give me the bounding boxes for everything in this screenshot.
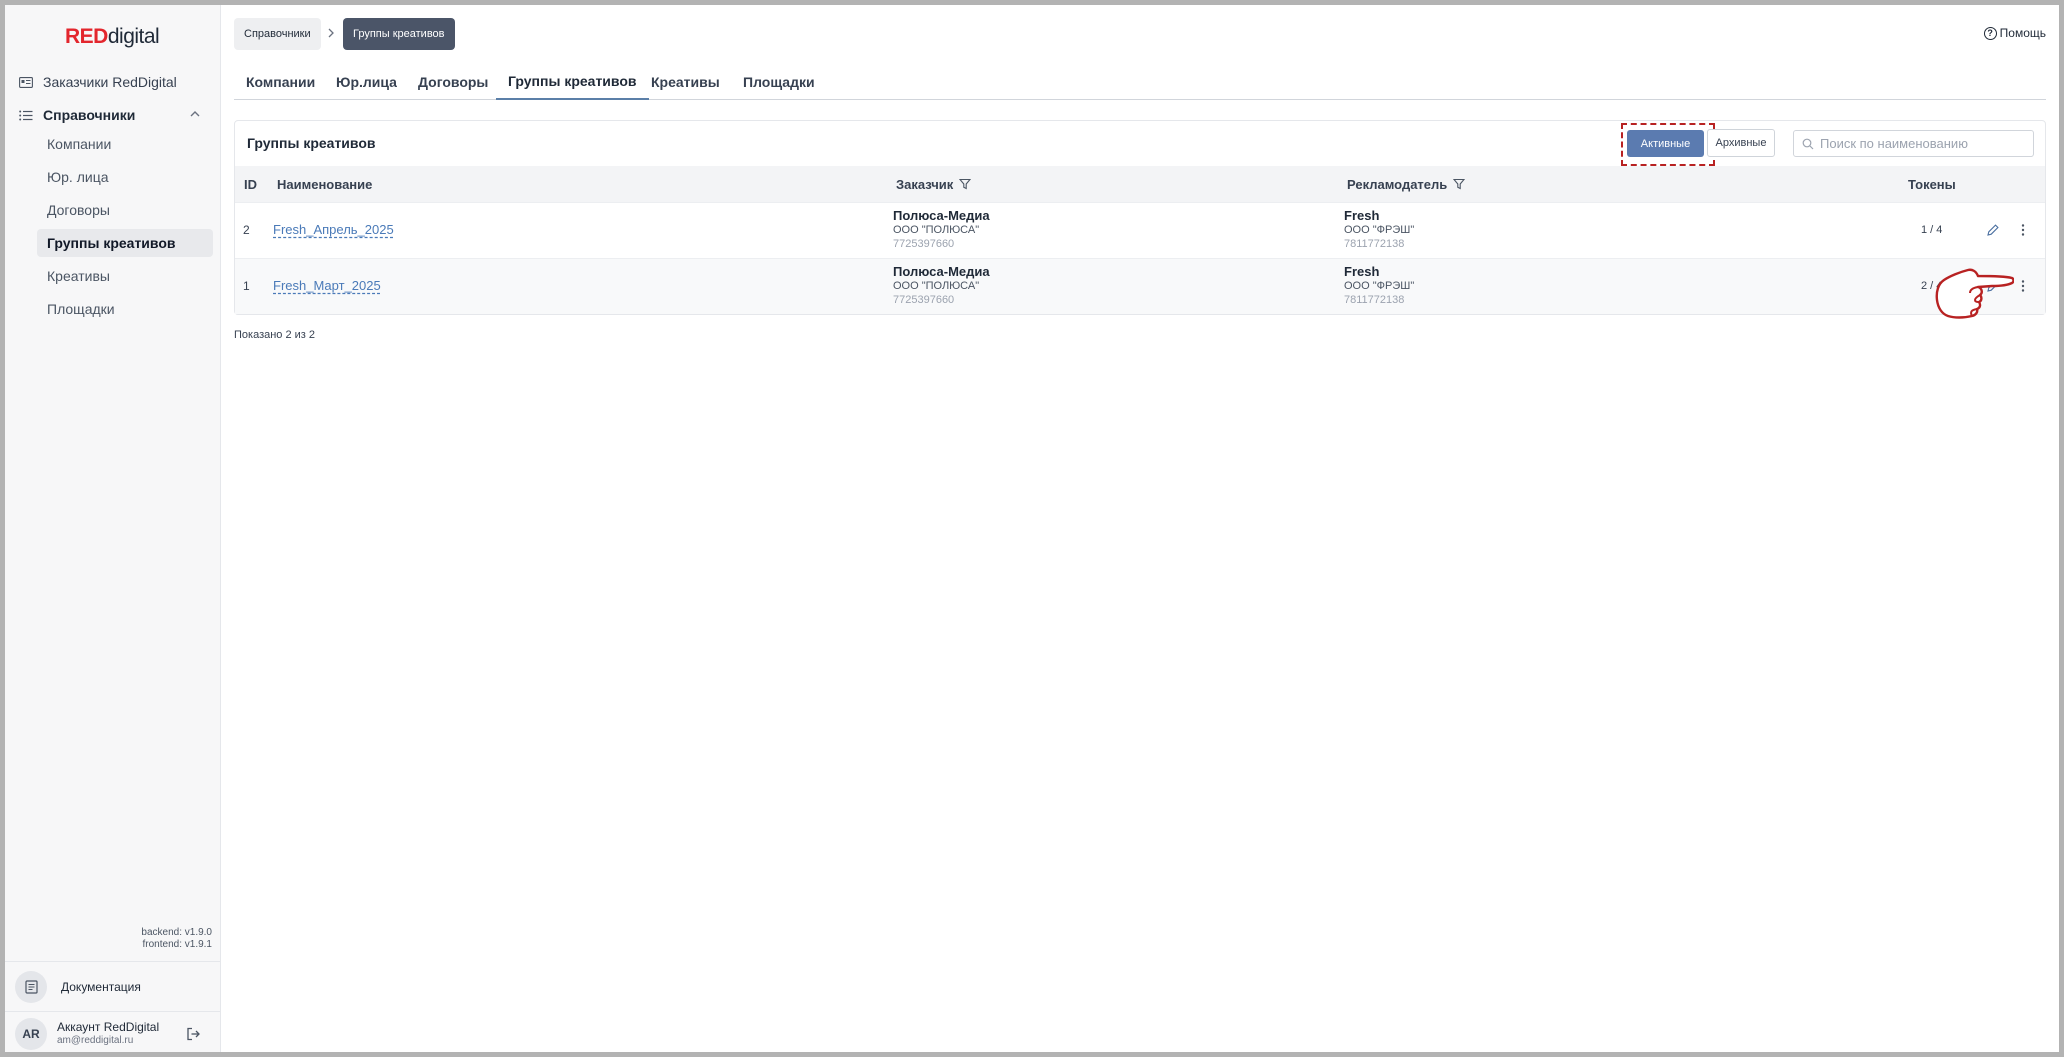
sidebar-item-contracts[interactable]: Договоры bbox=[37, 196, 213, 224]
search-input[interactable]: Поиск по наименованию bbox=[1793, 130, 2034, 157]
sidebar-item-label: Компании bbox=[47, 136, 112, 152]
sidebar-group-references[interactable]: Справочники bbox=[19, 101, 135, 129]
sidebar-item-label: Договоры bbox=[47, 202, 110, 218]
account-name: Аккаунт RedDigital bbox=[57, 1019, 160, 1034]
sidebar-group-label: Справочники bbox=[43, 107, 136, 123]
more-vertical-icon[interactable] bbox=[2016, 223, 2030, 237]
tab-companies[interactable]: Компании bbox=[234, 64, 327, 100]
header-id[interactable]: ID bbox=[244, 166, 257, 202]
tab-creatives[interactable]: Креативы bbox=[639, 64, 732, 100]
active-filter-button[interactable]: Активные bbox=[1627, 130, 1704, 157]
sidebar-item-platforms[interactable]: Площадки bbox=[37, 295, 213, 323]
pencil-icon[interactable] bbox=[1986, 223, 2000, 237]
header-customer[interactable]: Заказчик bbox=[896, 166, 972, 202]
account-panel[interactable]: AR Аккаунт RedDigital am@reddigital.ru bbox=[5, 1011, 221, 1055]
account-email: am@reddigital.ru bbox=[57, 1034, 134, 1046]
sidebar-item-label: Группы креативов bbox=[47, 235, 176, 251]
document-icon bbox=[15, 970, 47, 1003]
advertiser-name: Fresh bbox=[1344, 208, 1380, 223]
filter-icon[interactable] bbox=[959, 178, 972, 190]
row-customer: Полюса-Медиа ООО "ПОЛЮСА" 7725397660 bbox=[893, 209, 990, 251]
creative-groups-card: Группы креативов Активные Архивные Поиск… bbox=[234, 120, 2046, 315]
customer-inn: 7725397660 bbox=[893, 238, 955, 250]
advertiser-legal: ООО "ФРЭШ" bbox=[1344, 224, 1415, 236]
header-advertiser[interactable]: Рекламодатель bbox=[1347, 166, 1466, 202]
advertiser-legal: ООО "ФРЭШ" bbox=[1344, 280, 1415, 292]
documentation-link[interactable]: Документация bbox=[5, 961, 221, 1011]
tab-bar: Компании Юр.лица Договоры Группы креатив… bbox=[234, 64, 2046, 100]
id-card-icon bbox=[19, 76, 33, 88]
sidebar-item-label: Креативы bbox=[47, 268, 110, 284]
row-name-link[interactable]: Fresh_Апрель_2025 bbox=[273, 222, 394, 237]
row-id: 2 bbox=[243, 223, 250, 237]
brand-logo[interactable]: REDdigital bbox=[65, 25, 160, 49]
tab-platforms[interactable]: Площадки bbox=[731, 64, 827, 100]
pointing-hand-icon bbox=[1935, 268, 2014, 319]
row-name-link[interactable]: Fresh_Март_2025 bbox=[273, 278, 381, 293]
chevron-right-icon bbox=[328, 28, 334, 38]
list-icon bbox=[19, 109, 33, 121]
customer-legal: ООО "ПОЛЮСА" bbox=[893, 280, 980, 292]
advertiser-inn: 7811772138 bbox=[1344, 294, 1405, 306]
customer-inn: 7725397660 bbox=[893, 294, 955, 306]
customer-legal: ООО "ПОЛЮСА" bbox=[893, 224, 980, 236]
logout-icon[interactable] bbox=[185, 1026, 201, 1042]
row-id: 1 bbox=[243, 279, 250, 293]
sidebar-item-customers[interactable]: Заказчики RedDigital bbox=[19, 68, 177, 96]
breadcrumb-references[interactable]: Справочники bbox=[234, 18, 321, 50]
sidebar-item-label: Площадки bbox=[47, 301, 115, 317]
sidebar: REDdigital Заказчики RedDigital Справочн… bbox=[5, 5, 221, 1052]
more-vertical-icon[interactable] bbox=[2016, 279, 2030, 293]
version-info: backend: v1.9.0 frontend: v1.9.1 bbox=[141, 927, 212, 951]
tab-contracts[interactable]: Договоры bbox=[406, 64, 500, 100]
chevron-up-icon[interactable] bbox=[189, 108, 201, 120]
table-row[interactable]: 1 Fresh_Март_2025 Полюса-Медиа ООО "ПОЛЮ… bbox=[235, 258, 2045, 314]
table-header: ID Наименование Заказчик Рекламодатель Т… bbox=[235, 166, 2045, 202]
customer-name: Полюса-Медиа bbox=[893, 208, 990, 223]
help-label: Помощь bbox=[1999, 26, 2046, 40]
header-advertiser-label: Рекламодатель bbox=[1347, 176, 1448, 192]
card-title: Группы креативов bbox=[247, 135, 376, 151]
row-advertiser: Fresh ООО "ФРЭШ" 7811772138 bbox=[1344, 265, 1414, 307]
search-placeholder: Поиск по наименованию bbox=[1820, 136, 1968, 151]
avatar: AR bbox=[15, 1017, 47, 1050]
sidebar-item-label: Заказчики RedDigital bbox=[43, 74, 177, 90]
breadcrumb-current: Группы креативов bbox=[343, 18, 455, 50]
help-button[interactable]: ? Помощь bbox=[1983, 26, 2046, 40]
row-advertiser: Fresh ООО "ФРЭШ" 7811772138 bbox=[1344, 209, 1414, 251]
sidebar-item-creative-groups[interactable]: Группы креативов bbox=[37, 229, 213, 257]
advertiser-inn: 7811772138 bbox=[1344, 238, 1405, 250]
frontend-version: frontend: v1.9.1 bbox=[142, 939, 213, 950]
table-row[interactable]: 2 Fresh_Апрель_2025 Полюса-Медиа ООО "ПО… bbox=[235, 202, 2045, 258]
sidebar-item-legal-entities[interactable]: Юр. лица bbox=[37, 163, 213, 191]
archive-filter-button[interactable]: Архивные bbox=[1707, 129, 1775, 157]
search-icon bbox=[1802, 138, 1814, 149]
filter-icon[interactable] bbox=[1453, 178, 1466, 190]
sidebar-item-label: Юр. лица bbox=[47, 169, 109, 185]
tab-legal-entities[interactable]: Юр.лица bbox=[324, 64, 409, 100]
advertiser-name: Fresh bbox=[1344, 264, 1380, 279]
question-icon: ? bbox=[1983, 26, 1997, 40]
header-customer-label: Заказчик bbox=[896, 176, 954, 192]
rows-count: Показано 2 из 2 bbox=[234, 329, 316, 341]
sidebar-item-companies[interactable]: Компании bbox=[37, 130, 213, 158]
logo-digital: digital bbox=[107, 25, 160, 48]
customer-name: Полюса-Медиа bbox=[893, 264, 990, 279]
backend-version: backend: v1.9.0 bbox=[141, 927, 212, 938]
logo-red: RED bbox=[65, 25, 108, 48]
row-tokens: 1 / 4 bbox=[1921, 224, 1943, 236]
tab-creative-groups[interactable]: Группы креативов bbox=[496, 64, 649, 100]
row-customer: Полюса-Медиа ООО "ПОЛЮСА" 7725397660 bbox=[893, 265, 990, 307]
documentation-label: Документация bbox=[61, 979, 141, 994]
header-name[interactable]: Наименование bbox=[277, 166, 372, 202]
header-tokens[interactable]: Токены bbox=[1908, 166, 1956, 202]
sidebar-item-creatives[interactable]: Креативы bbox=[37, 262, 213, 290]
